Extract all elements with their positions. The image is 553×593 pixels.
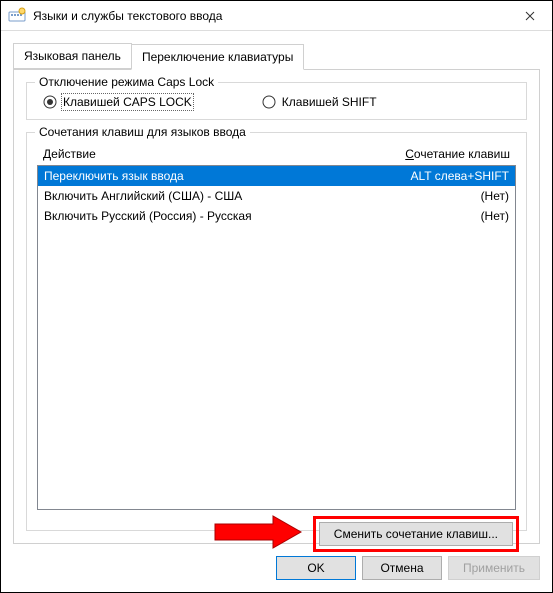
tab-language-bar[interactable]: Языковая панель xyxy=(13,43,132,69)
annotation-arrow-icon xyxy=(213,514,303,550)
capslock-radios: Клавишей CAPS LOCK Клавишей SHIFT xyxy=(37,95,516,109)
list-row[interactable]: Включить Русский (Россия) - Русская (Нет… xyxy=(38,206,515,226)
list-header: Действие Сочетание клавиш xyxy=(37,143,516,165)
radio-shift[interactable]: Клавишей SHIFT xyxy=(262,95,377,109)
tab-strip: Языковая панель Переключение клавиатуры xyxy=(13,43,540,69)
tab-page: Отключение режима Caps Lock Клавишей CAP… xyxy=(13,69,540,544)
dialog-window: Языки и службы текстового ввода Языковая… xyxy=(0,0,553,593)
radio-unchecked-icon xyxy=(262,95,276,109)
row-action: Переключить язык ввода xyxy=(44,169,411,183)
capslock-group: Отключение режима Caps Lock Клавишей CAP… xyxy=(26,82,527,120)
app-icon xyxy=(7,6,27,26)
capslock-group-title: Отключение режима Caps Lock xyxy=(35,75,218,89)
row-keys: ALT слева+SHIFT xyxy=(411,169,510,183)
titlebar: Языки и службы текстового ввода xyxy=(1,1,552,31)
radio-capslock-label: Клавишей CAPS LOCK xyxy=(63,95,192,109)
close-icon xyxy=(525,11,535,21)
row-keys: (Нет) xyxy=(481,209,509,223)
list-row[interactable]: Переключить язык ввода ALT слева+SHIFT xyxy=(38,166,515,186)
hotkeys-group-title: Сочетания клавиш для языков ввода xyxy=(35,125,250,139)
cancel-button[interactable]: Отмена xyxy=(362,556,442,580)
tab-keyboard-switch[interactable]: Переключение клавиатуры xyxy=(131,44,304,70)
header-keys: Сочетание клавиш xyxy=(405,147,510,161)
annotation-highlight: Сменить сочетание клавиш... xyxy=(313,516,519,552)
header-action: Действие xyxy=(43,147,405,161)
content-area: Языковая панель Переключение клавиатуры … xyxy=(1,31,552,544)
hotkeys-group: Сочетания клавиш для языков ввода Действ… xyxy=(26,132,527,531)
apply-button: Применить xyxy=(448,556,540,580)
row-action: Включить Русский (Россия) - Русская xyxy=(44,209,481,223)
radio-capslock[interactable]: Клавишей CAPS LOCK xyxy=(43,95,192,109)
row-keys: (Нет) xyxy=(481,189,509,203)
row-action: Включить Английский (США) - США xyxy=(44,189,481,203)
radio-checked-icon xyxy=(43,95,57,109)
change-hotkey-button[interactable]: Сменить сочетание клавиш... xyxy=(319,522,513,546)
ok-button[interactable]: OK xyxy=(276,556,356,580)
radio-shift-label: Клавишей SHIFT xyxy=(282,95,377,109)
close-button[interactable] xyxy=(508,1,552,31)
list-row[interactable]: Включить Английский (США) - США (Нет) xyxy=(38,186,515,206)
hotkeys-list[interactable]: Переключить язык ввода ALT слева+SHIFT В… xyxy=(37,165,516,510)
window-title: Языки и службы текстового ввода xyxy=(33,9,508,23)
